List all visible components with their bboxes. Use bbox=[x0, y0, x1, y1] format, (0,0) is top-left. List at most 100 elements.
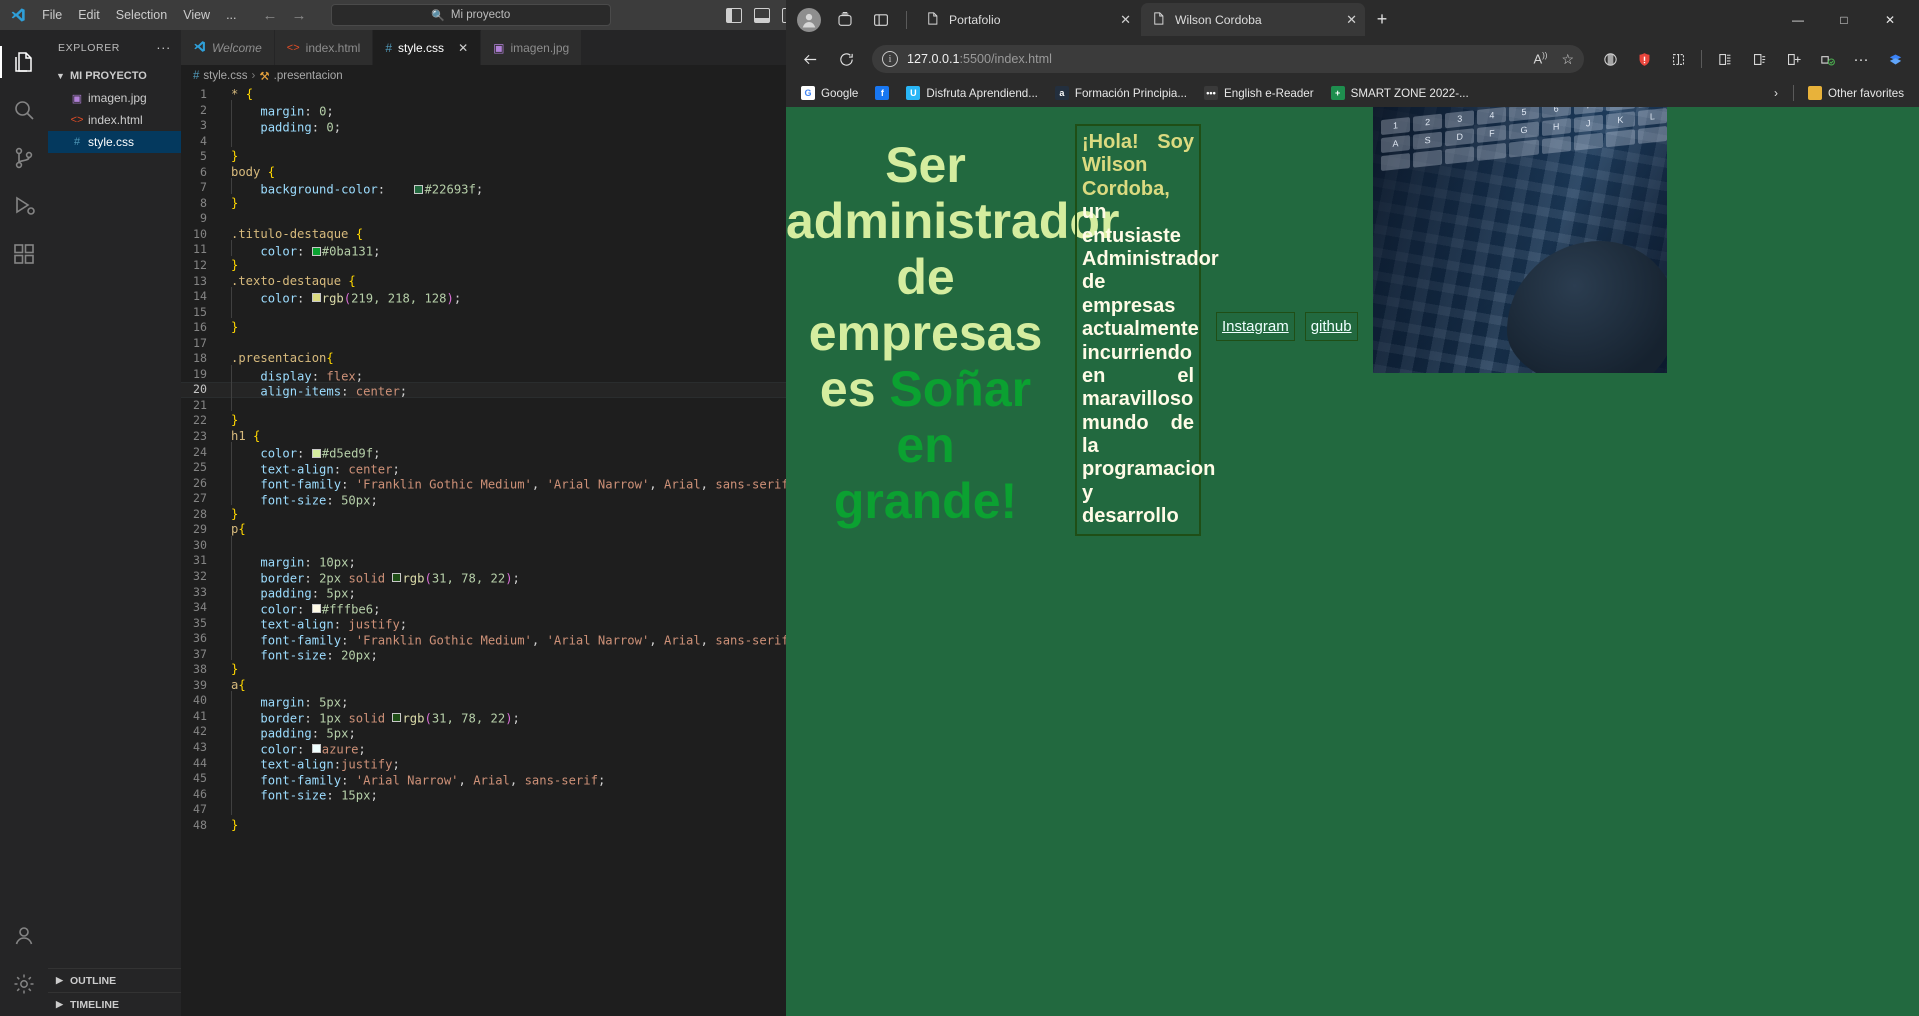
browser-essentials-icon[interactable] bbox=[1743, 43, 1775, 75]
back-arrow-icon[interactable] bbox=[794, 43, 826, 75]
code-line[interactable]: 27 font-size: 50px; bbox=[181, 488, 876, 508]
page-viewport: Ser administrador de empresas es Soñar e… bbox=[786, 107, 1919, 1016]
code-line[interactable]: 4 bbox=[181, 131, 876, 150]
vscode-logo-icon bbox=[193, 40, 206, 56]
split-screen-icon[interactable] bbox=[1662, 43, 1694, 75]
close-icon[interactable]: ✕ bbox=[1346, 12, 1357, 28]
code-line[interactable]: 20 align-items: center; bbox=[181, 380, 876, 399]
bookmark-item[interactable]: + SMART ZONE 2022-... bbox=[1324, 83, 1476, 103]
bookmark-item[interactable]: U Disfruta Aprendiend... bbox=[899, 83, 1045, 103]
extensions-check-icon[interactable] bbox=[1811, 43, 1843, 75]
breadcrumb-file[interactable]: style.css bbox=[203, 70, 247, 82]
read-aloud-icon[interactable]: A)) bbox=[1533, 51, 1547, 66]
bookmark-item[interactable]: f bbox=[868, 83, 896, 103]
code-line[interactable]: 38} bbox=[181, 662, 876, 678]
line-number: 16 bbox=[193, 320, 207, 335]
other-favorites-folder[interactable]: Other favorites bbox=[1801, 83, 1911, 103]
site-info-icon[interactable]: i bbox=[882, 51, 898, 67]
explorer-section-outline[interactable]: ▶ OUTLINE bbox=[48, 968, 181, 992]
tab-index-html[interactable]: <> index.html bbox=[274, 30, 374, 65]
star-icon[interactable]: ☆ bbox=[1561, 51, 1574, 68]
line-number: 41 bbox=[193, 708, 207, 723]
explorer-more-icon[interactable]: ··· bbox=[156, 40, 171, 55]
edge-close-button[interactable]: ✕ bbox=[1867, 0, 1913, 39]
toggle-panel-icon[interactable] bbox=[754, 7, 770, 23]
code-line[interactable]: 29 p{ bbox=[181, 522, 876, 538]
tab-imagen-jpg[interactable]: ▣ imagen.jpg bbox=[481, 30, 583, 65]
code-line[interactable]: 15 bbox=[181, 302, 876, 321]
workspaces-icon[interactable] bbox=[828, 5, 862, 35]
code-line[interactable]: 12} bbox=[181, 258, 876, 274]
bookmark-item[interactable]: ••• English e-Reader bbox=[1197, 83, 1321, 103]
edge-maximize-button[interactable]: □ bbox=[1821, 0, 1867, 39]
code-line[interactable]: 7 background-color: #22693f; bbox=[181, 178, 876, 197]
explorer-file-imagen[interactable]: ▣ imagen.jpg bbox=[48, 87, 181, 109]
tab-style-css[interactable]: # style.css ✕ bbox=[373, 30, 482, 65]
sidebar-item-source-control[interactable] bbox=[0, 134, 48, 182]
code-line[interactable]: 8} bbox=[181, 196, 876, 212]
menu-selection[interactable]: Selection bbox=[108, 4, 175, 26]
tab-actions-menu-icon[interactable] bbox=[864, 5, 898, 35]
explorer-section-timeline[interactable]: ▶ TIMELINE bbox=[48, 992, 181, 1016]
code-line[interactable]: 22} bbox=[181, 413, 876, 429]
vscode-menubar[interactable]: File Edit Selection View ... bbox=[34, 4, 244, 26]
title-line-4-plain: es bbox=[819, 361, 890, 418]
line-number: 2 bbox=[200, 102, 207, 117]
reload-icon[interactable] bbox=[830, 43, 862, 75]
code-editor[interactable]: 1 * {2 margin: 0; 3 padding: 0; 4 5} 6 body {7… bbox=[181, 87, 876, 1016]
forward-arrow-icon[interactable]: → bbox=[292, 7, 307, 24]
close-icon[interactable]: ✕ bbox=[1120, 12, 1131, 28]
link-github[interactable]: github bbox=[1304, 311, 1358, 341]
bookmarks-overflow-chevron-icon[interactable]: › bbox=[1766, 86, 1786, 100]
address-bar[interactable]: i 127.0.0.1:5500/index.html A)) ☆ bbox=[872, 45, 1584, 73]
code-line[interactable]: 47 bbox=[181, 799, 876, 818]
code-line[interactable]: 37 font-size: 20px; bbox=[181, 644, 876, 663]
code-line[interactable]: 17 bbox=[181, 336, 876, 352]
code-line[interactable]: 48} bbox=[181, 818, 876, 834]
collections-icon[interactable] bbox=[1709, 43, 1741, 75]
link-instagram[interactable]: Instagram bbox=[1216, 311, 1295, 341]
back-arrow-icon[interactable]: ← bbox=[263, 7, 278, 24]
breadcrumb-symbol[interactable]: .presentacion bbox=[274, 70, 343, 82]
gear-icon[interactable] bbox=[0, 960, 48, 1008]
code-line[interactable]: 46 font-size: 15px; bbox=[181, 784, 876, 803]
browser-navbar: i 127.0.0.1:5500/index.html A)) ☆ ··· bbox=[786, 39, 1919, 79]
menu-more[interactable]: ... bbox=[218, 4, 244, 26]
browser-tab-portafolio[interactable]: Portafolio ✕ bbox=[915, 3, 1139, 36]
code-line[interactable]: 21 bbox=[181, 395, 876, 414]
bookmark-item[interactable]: a Formación Principia... bbox=[1048, 83, 1194, 103]
browser-tab-wilson-cordoba[interactable]: Wilson Cordoba ✕ bbox=[1141, 3, 1365, 36]
code-line[interactable]: 28} bbox=[181, 507, 876, 523]
settings-and-more-icon[interactable]: ··· bbox=[1845, 43, 1877, 75]
edge-minimize-button[interactable]: — bbox=[1775, 0, 1821, 39]
tab-label: style.css bbox=[398, 41, 445, 55]
code-line[interactable]: 9 bbox=[181, 211, 876, 227]
code-line[interactable]: 14 color: rgb(219, 218, 128); bbox=[181, 286, 876, 305]
sidebar-item-search[interactable] bbox=[0, 86, 48, 134]
account-avatar-icon[interactable] bbox=[792, 5, 826, 35]
code-line[interactable]: 3 padding: 0; bbox=[181, 115, 876, 134]
sidebar-item-run-and-debug[interactable] bbox=[0, 182, 48, 230]
add-to-icon[interactable] bbox=[1777, 43, 1809, 75]
menu-view[interactable]: View bbox=[175, 4, 218, 26]
explorer-file-index[interactable]: <> index.html bbox=[48, 109, 181, 131]
code-line[interactable]: 5} bbox=[181, 149, 876, 165]
sidebar-item-explorer[interactable] bbox=[0, 38, 48, 86]
explorer-root-folder[interactable]: ▼ MI PROYECTO bbox=[48, 65, 181, 87]
menu-edit[interactable]: Edit bbox=[70, 4, 108, 26]
account-icon[interactable] bbox=[0, 912, 48, 960]
copilot-shield-icon[interactable] bbox=[1628, 43, 1660, 75]
new-tab-button[interactable]: + bbox=[1367, 5, 1397, 35]
command-center-search[interactable]: 🔍 Mi proyecto bbox=[330, 4, 611, 26]
close-icon[interactable]: ✕ bbox=[458, 41, 468, 55]
tracking-prevention-icon[interactable] bbox=[1594, 43, 1626, 75]
menu-file[interactable]: File bbox=[34, 4, 70, 26]
code-line[interactable]: 16} bbox=[181, 320, 876, 336]
tab-welcome[interactable]: Welcome bbox=[181, 30, 275, 65]
copilot-icon[interactable] bbox=[1879, 43, 1911, 75]
sidebar-item-extensions[interactable] bbox=[0, 230, 48, 278]
explorer-file-style[interactable]: # style.css bbox=[48, 131, 181, 153]
toggle-primary-sidebar-icon[interactable] bbox=[726, 7, 742, 23]
bookmark-item[interactable]: G Google bbox=[794, 83, 865, 103]
code-line[interactable]: 11 color: #0ba131; bbox=[181, 240, 876, 259]
